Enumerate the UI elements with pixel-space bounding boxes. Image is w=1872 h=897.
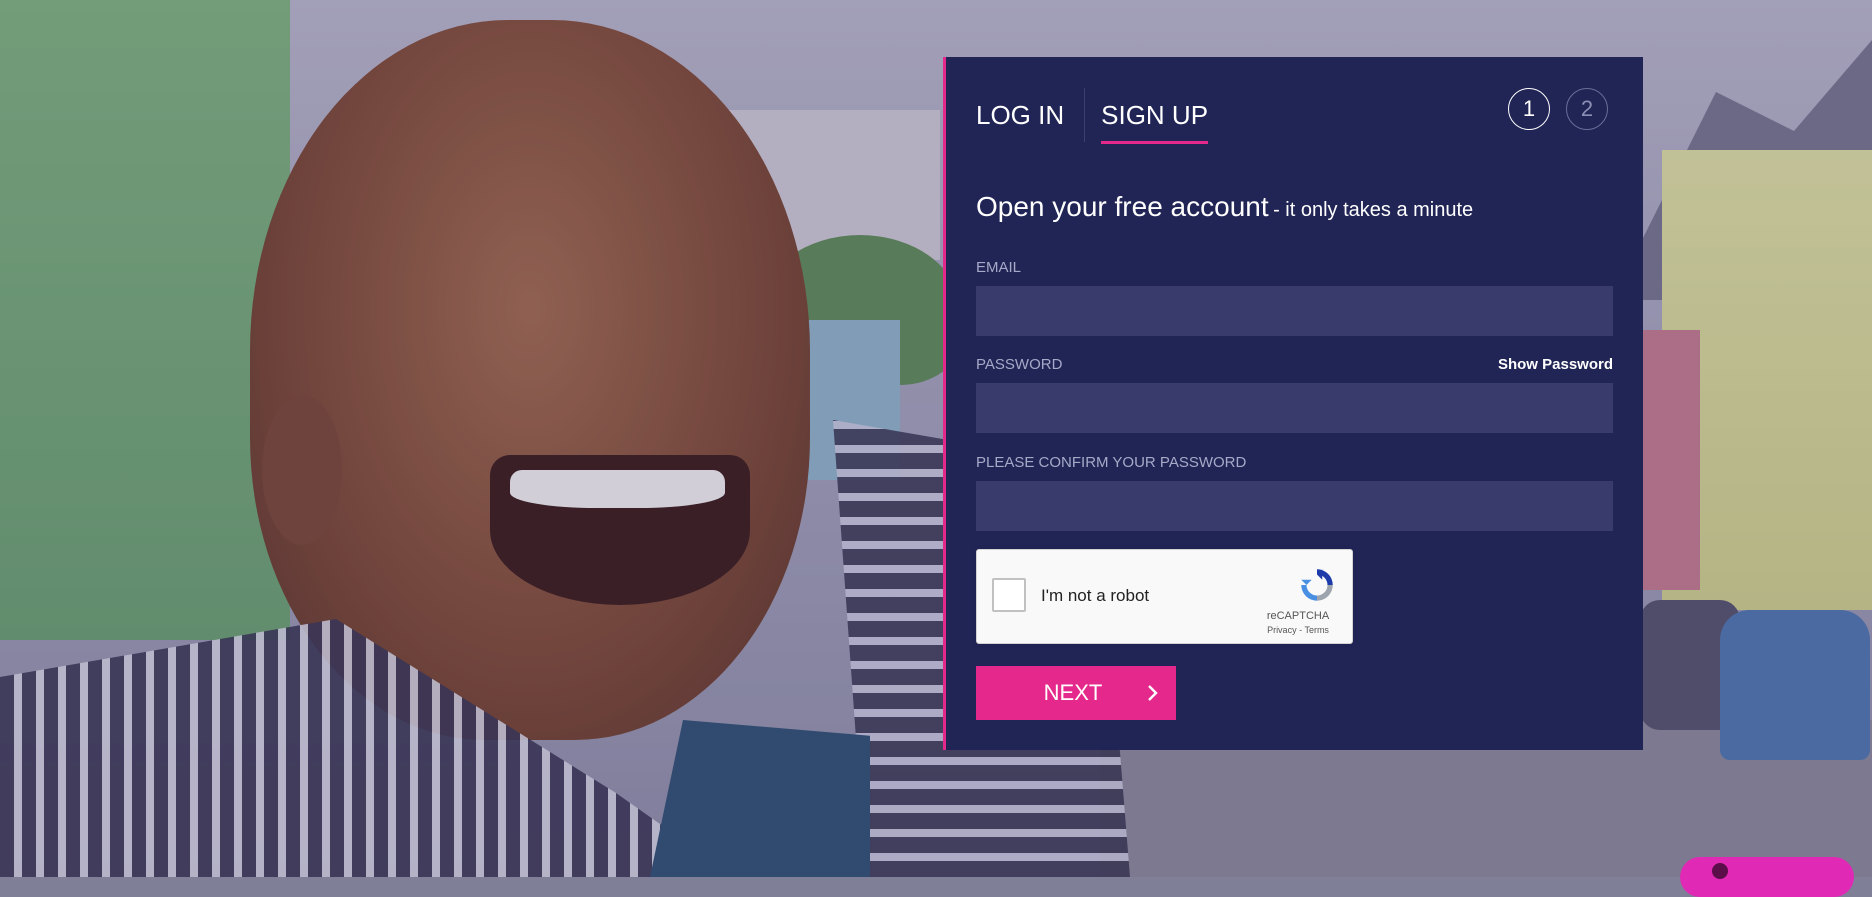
recaptcha-widget: I'm not a robot reCAPTCHA Privacy - Term… bbox=[976, 549, 1353, 644]
email-field[interactable] bbox=[976, 286, 1613, 336]
password-label: PASSWORD bbox=[976, 356, 1063, 373]
recaptcha-links: Privacy - Terms bbox=[1258, 625, 1338, 635]
recaptcha-checkbox[interactable] bbox=[992, 578, 1026, 612]
recaptcha-label: I'm not a robot bbox=[1041, 586, 1150, 605]
confirm-password-label: PLEASE CONFIRM YOUR PASSWORD bbox=[976, 454, 1247, 471]
step-2: 2 bbox=[1566, 88, 1608, 130]
recaptcha-brand: reCAPTCHA bbox=[1266, 610, 1330, 622]
next-button-label: NEXT bbox=[1043, 680, 1103, 705]
next-button[interactable]: NEXT bbox=[976, 666, 1176, 720]
confirm-password-field[interactable] bbox=[976, 481, 1613, 531]
recaptcha-link-separator: - bbox=[1299, 625, 1303, 635]
recaptcha-terms-link[interactable]: Terms bbox=[1304, 625, 1329, 635]
signup-panel: LOG IN SIGN UP 1 2 Open your free accoun… bbox=[943, 57, 1643, 750]
show-password-link[interactable]: Show Password bbox=[1498, 356, 1613, 373]
recaptcha-logo-icon bbox=[1301, 569, 1333, 601]
headline-main: Open your free account bbox=[976, 191, 1269, 222]
step-indicator: 1 2 bbox=[1508, 88, 1608, 130]
password-field[interactable] bbox=[976, 383, 1613, 433]
email-label: EMAIL bbox=[976, 259, 1022, 276]
auth-tabs: LOG IN SIGN UP bbox=[976, 87, 1208, 144]
chevron-right-icon bbox=[1148, 685, 1158, 701]
step-1: 1 bbox=[1508, 88, 1550, 130]
chat-widget-button[interactable] bbox=[1680, 857, 1854, 897]
recaptcha-privacy-link[interactable]: Privacy bbox=[1267, 625, 1297, 635]
tab-signup[interactable]: SIGN UP bbox=[1101, 88, 1208, 144]
headline-sub: - it only takes a minute bbox=[1273, 199, 1474, 221]
page-title: Open your free account - it only takes a… bbox=[976, 191, 1473, 223]
tab-login[interactable]: LOG IN bbox=[976, 88, 1086, 142]
